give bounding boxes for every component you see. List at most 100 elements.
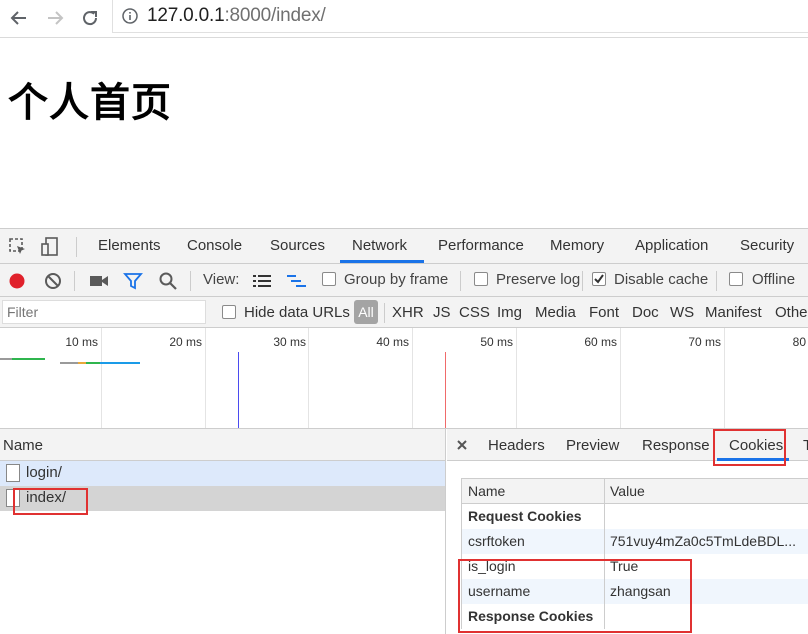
group-by-frame-checkbox[interactable] xyxy=(322,272,336,286)
tab-response[interactable]: Response xyxy=(642,437,710,454)
hide-data-urls-checkbox[interactable] xyxy=(222,305,236,319)
highlight-box-cookies-rows xyxy=(458,559,692,633)
tab-console[interactable]: Console xyxy=(187,237,242,254)
camera-icon[interactable] xyxy=(89,272,109,290)
active-tab-indicator xyxy=(340,260,424,263)
tab-headers[interactable]: Headers xyxy=(488,437,545,454)
highlight-box-cookies xyxy=(713,429,786,466)
devtools-panel: Elements Console Sources Network Perform… xyxy=(0,228,808,634)
disable-cache-checkbox[interactable] xyxy=(592,272,606,286)
highlight-box-index xyxy=(13,488,88,515)
network-overview-timeline[interactable]: 10 ms 20 ms 30 ms 40 ms 50 ms 60 ms 70 m… xyxy=(0,328,808,429)
tab-memory[interactable]: Memory xyxy=(550,237,604,254)
reload-button[interactable] xyxy=(75,3,105,33)
divider xyxy=(74,271,75,291)
reload-icon xyxy=(83,11,98,26)
column-divider xyxy=(604,529,605,554)
filter-ws[interactable]: WS xyxy=(670,304,694,321)
timeline-tick: 70 ms xyxy=(688,335,721,349)
filter-input[interactable] xyxy=(2,300,206,324)
request-row-login[interactable]: login/ xyxy=(0,461,445,486)
back-button[interactable] xyxy=(4,3,34,33)
detail-tab-bar: Headers Preview Response Cookies T xyxy=(447,429,808,466)
name-column-header[interactable]: Name xyxy=(0,429,445,461)
divider xyxy=(76,237,77,257)
view-label: View: xyxy=(203,271,240,288)
close-icon[interactable] xyxy=(456,439,468,451)
network-toolbar: View: Group by frame Preserve log Disabl… xyxy=(0,264,808,297)
timeline-tick: 40 ms xyxy=(376,335,409,349)
tab-performance[interactable]: Performance xyxy=(438,237,524,254)
filter-manifest[interactable]: Manifest xyxy=(705,304,762,321)
grid-line xyxy=(308,328,309,428)
column-header-value[interactable]: Value xyxy=(610,483,645,499)
grid-line xyxy=(620,328,621,428)
url-text[interactable]: 127.0.0.1:8000/index/ xyxy=(147,5,326,27)
preserve-log-label[interactable]: Preserve log xyxy=(496,271,580,288)
grid-line xyxy=(516,328,517,428)
table-row[interactable]: csrftoken 751vuy4mZa0c5TmLdeBDL... xyxy=(462,529,808,554)
timeline-tick: 80 xyxy=(792,335,806,349)
filter-doc[interactable]: Doc xyxy=(632,304,659,321)
url-path: :8000/index/ xyxy=(224,5,326,26)
timeline-bar-login-wait xyxy=(0,358,12,360)
offline-checkbox[interactable] xyxy=(729,272,743,286)
search-icon[interactable] xyxy=(158,271,178,291)
grid-line xyxy=(724,328,725,428)
timeline-bar-index-ttfb xyxy=(86,362,100,364)
checkmark-icon xyxy=(594,274,604,284)
filter-icon[interactable] xyxy=(123,272,143,290)
divider xyxy=(190,271,191,291)
filter-xhr[interactable]: XHR xyxy=(392,304,424,321)
cookie-name: csrftoken xyxy=(468,533,525,549)
column-divider[interactable] xyxy=(604,479,605,503)
filter-font[interactable]: Font xyxy=(589,304,619,321)
clear-icon[interactable] xyxy=(43,271,63,291)
offline-label[interactable]: Offline xyxy=(752,271,795,288)
divider xyxy=(716,271,717,291)
filter-js[interactable]: JS xyxy=(433,304,451,321)
filter-css[interactable]: CSS xyxy=(459,304,490,321)
group-by-frame-label[interactable]: Group by frame xyxy=(344,271,448,288)
hide-data-urls-label[interactable]: Hide data URLs xyxy=(244,304,350,321)
tab-sources[interactable]: Sources xyxy=(270,237,325,254)
grid-line xyxy=(205,328,206,428)
timeline-bar-index-stall xyxy=(78,362,86,364)
timeline-tick: 20 ms xyxy=(169,335,202,349)
address-bar[interactable]: 127.0.0.1:8000/index/ xyxy=(112,0,808,33)
device-toolbar-icon[interactable] xyxy=(40,236,62,258)
forward-button[interactable] xyxy=(40,3,70,33)
tab-timing[interactable]: T xyxy=(803,437,808,454)
info-icon[interactable] xyxy=(122,8,138,24)
preserve-log-checkbox[interactable] xyxy=(474,272,488,286)
domcontentloaded-marker xyxy=(238,352,239,428)
divider xyxy=(582,271,583,291)
record-icon[interactable] xyxy=(7,271,27,291)
waterfall-icon[interactable] xyxy=(286,273,308,289)
filter-all-chip[interactable]: All xyxy=(354,300,378,324)
column-header-name[interactable]: Name xyxy=(468,483,505,499)
timeline-tick: 50 ms xyxy=(480,335,513,349)
tab-elements[interactable]: Elements xyxy=(98,237,161,254)
url-host: 127.0.0.1 xyxy=(147,5,225,26)
tab-preview[interactable]: Preview xyxy=(566,437,619,454)
large-rows-icon[interactable] xyxy=(252,273,272,289)
section-request-cookies: Request Cookies xyxy=(462,504,808,529)
timeline-tick: 10 ms xyxy=(65,335,98,349)
column-divider xyxy=(604,504,605,529)
browser-toolbar: 127.0.0.1:8000/index/ xyxy=(0,0,808,38)
divider xyxy=(384,303,385,323)
divider xyxy=(460,271,461,291)
grid-line xyxy=(101,328,102,428)
filter-img[interactable]: Img xyxy=(497,304,522,321)
tab-network[interactable]: Network xyxy=(352,237,407,254)
filter-other[interactable]: Othe xyxy=(775,304,808,321)
disable-cache-label[interactable]: Disable cache xyxy=(614,271,708,288)
inspect-element-icon[interactable] xyxy=(8,237,28,257)
tab-security[interactable]: Security xyxy=(740,237,794,254)
timeline-tick: 60 ms xyxy=(584,335,617,349)
tab-application[interactable]: Application xyxy=(635,237,708,254)
document-icon xyxy=(6,464,20,482)
filter-media[interactable]: Media xyxy=(535,304,576,321)
request-list: Name login/ index/ xyxy=(0,429,446,634)
